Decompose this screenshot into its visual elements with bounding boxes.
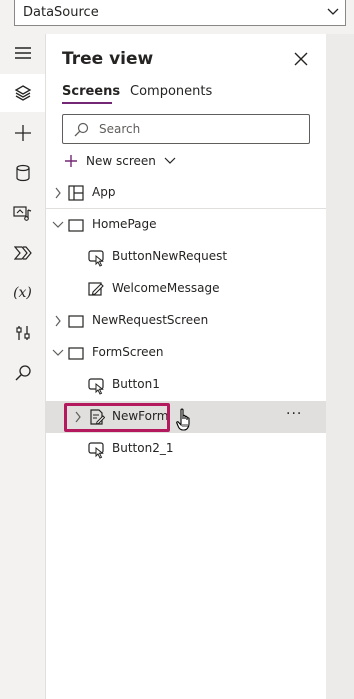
tree-item-welcomemessage[interactable]: WelcomeMessage	[46, 273, 326, 305]
new-screen-button[interactable]: New screen	[64, 151, 176, 171]
plus-icon	[14, 125, 31, 141]
datasource-dropdown[interactable]: DataSource	[14, 0, 346, 26]
hamburger-menu-icon	[14, 47, 31, 59]
data-button[interactable]	[0, 154, 45, 192]
chevron-down-icon[interactable]	[52, 221, 64, 229]
close-icon[interactable]	[292, 50, 310, 68]
active-tab-indicator	[62, 102, 112, 104]
tree-item-formscreen[interactable]: FormScreen	[46, 337, 326, 369]
chevron-down-icon[interactable]	[52, 349, 64, 357]
search-rail-button[interactable]	[0, 354, 45, 392]
search-icon	[15, 365, 31, 381]
power-automate-button[interactable]	[0, 234, 45, 272]
power-automate-icon	[13, 246, 32, 260]
panel-title: Tree view	[62, 49, 154, 69]
datasource-label: DataSource	[23, 5, 99, 20]
hamburger-button[interactable]	[0, 34, 45, 72]
chevron-right-icon[interactable]	[54, 187, 62, 199]
variables-button[interactable]: (x)	[0, 274, 45, 312]
advanced-tools-icon	[15, 326, 30, 340]
screen-icon	[68, 347, 84, 360]
tree-item-label: Button1	[112, 377, 160, 391]
tree-item-label: WelcomeMessage	[112, 281, 220, 295]
new-screen-label: New screen	[86, 154, 156, 168]
database-icon	[15, 164, 30, 182]
app-icon	[68, 185, 84, 201]
chevron-down-icon	[327, 8, 339, 15]
chevron-right-icon[interactable]	[54, 315, 62, 327]
tree-item-label: FormScreen	[92, 345, 164, 359]
search-placeholder: Search	[99, 122, 141, 136]
tree-item-label: Button2_1	[112, 441, 174, 455]
tree-item-label: App	[92, 185, 116, 199]
tree-item-label: NewRequestScreen	[92, 313, 209, 327]
left-rail: (x)	[0, 34, 46, 699]
screen-icon	[68, 219, 84, 232]
plus-icon	[65, 155, 77, 167]
button-icon	[88, 442, 104, 459]
tree-item-button1[interactable]: Button1	[46, 369, 326, 401]
tab-screens[interactable]: Screens	[62, 84, 120, 99]
selection-highlight-box	[64, 403, 170, 432]
tree-item-label: ButtonNewRequest	[112, 249, 228, 263]
media-button[interactable]	[0, 194, 45, 232]
tree-item-buttonnewrequest[interactable]: ButtonNewRequest	[46, 241, 326, 273]
layers-icon	[14, 85, 31, 101]
top-bar: DataSource	[0, 0, 354, 35]
screen-icon	[68, 315, 84, 328]
tree-item-app[interactable]: App	[46, 177, 326, 209]
tree-item-homepage[interactable]: HomePage	[46, 209, 326, 241]
text-edit-icon	[88, 282, 104, 296]
tree-item-newrequestscreen[interactable]: NewRequestScreen	[46, 305, 326, 337]
more-options-button[interactable]: ···	[286, 406, 302, 422]
button-icon	[88, 250, 104, 267]
canvas-edge	[326, 34, 354, 699]
advanced-tools-button[interactable]	[0, 314, 45, 352]
tree-view-button[interactable]	[0, 74, 45, 112]
variables-icon: (x)	[13, 285, 32, 301]
tree-view-panel: Tree view Screens Components Search New …	[46, 34, 326, 699]
tab-components[interactable]: Components	[130, 84, 212, 99]
chevron-down-icon	[164, 157, 176, 164]
button-icon	[88, 378, 104, 395]
search-icon	[74, 122, 89, 137]
tree-item-button2-1[interactable]: Button2_1	[46, 433, 326, 465]
media-icon	[12, 206, 31, 221]
hand-pointer-cursor-icon	[176, 408, 190, 431]
insert-button[interactable]	[0, 114, 45, 152]
tree-item-label: HomePage	[92, 217, 157, 231]
search-input[interactable]: Search	[62, 114, 310, 144]
